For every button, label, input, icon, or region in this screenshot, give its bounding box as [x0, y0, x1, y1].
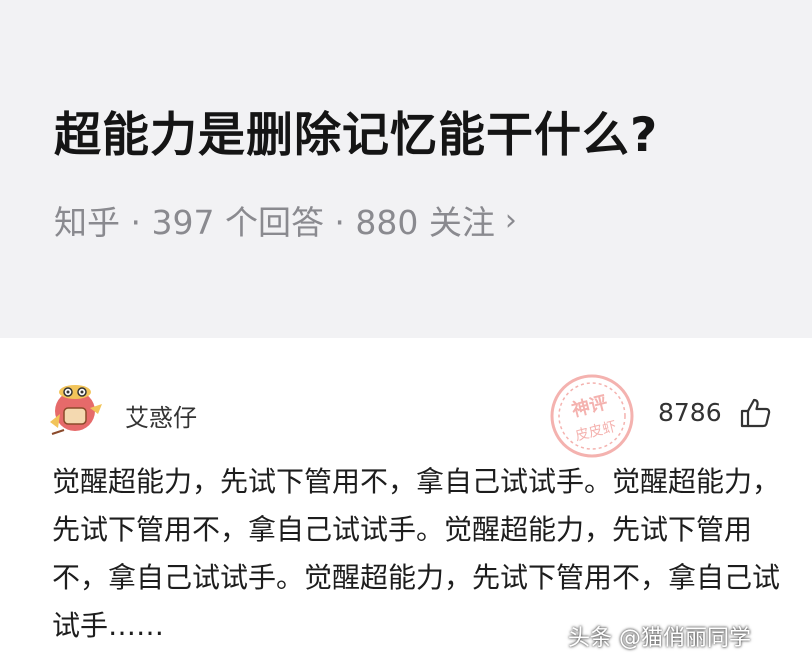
- question-title[interactable]: 超能力是删除记忆能干什么?: [54, 96, 658, 165]
- question-card[interactable]: 超能力是删除记忆能干什么? 知乎 · 397 个回答 · 880 关注 ›: [0, 0, 812, 338]
- question-meta[interactable]: 知乎 · 397 个回答 · 880 关注 ›: [54, 196, 517, 244]
- screenshot-page: 超能力是删除记忆能干什么? 知乎 · 397 个回答 · 880 关注 › 艾惑…: [0, 0, 812, 670]
- stamp-subtitle: 皮皮虾: [574, 419, 619, 445]
- thumbs-up-icon[interactable]: [738, 396, 772, 430]
- question-stats: 知乎 · 397 个回答 · 880 关注: [54, 203, 495, 242]
- author-name[interactable]: 艾惑仔: [125, 398, 197, 433]
- cartoon-character-icon: [50, 385, 102, 435]
- avatar[interactable]: [44, 378, 106, 440]
- watermark: 头条 @猫俏丽同学: [568, 626, 751, 651]
- stamp-title: 神评: [569, 391, 609, 421]
- chevron-right-icon: ›: [504, 202, 517, 238]
- stamp-badge: 神评 皮皮虾: [540, 364, 644, 468]
- like-count: 8786: [658, 398, 722, 427]
